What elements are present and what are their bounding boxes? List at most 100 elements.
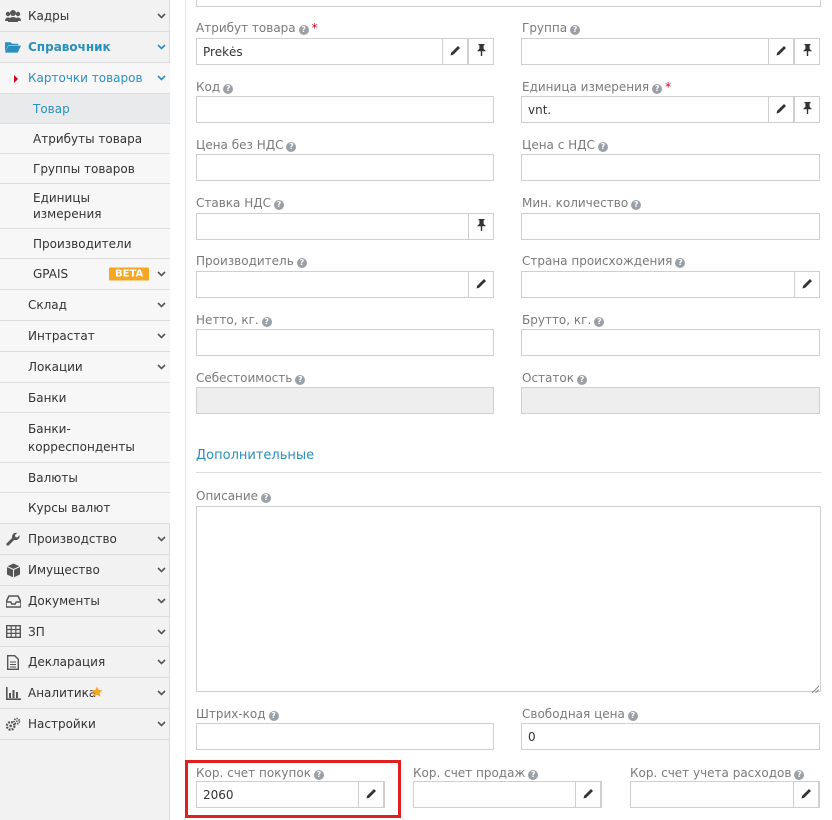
- sidebar: Кадры Справочник Карточки товаров Товар …: [0, 0, 170, 820]
- edit-manufacturer-button[interactable]: [468, 271, 494, 298]
- sidebar-item-label: Курсы валют: [28, 501, 111, 515]
- help-icon[interactable]: ?: [261, 317, 272, 327]
- sidebar-item-assets[interactable]: Имущество: [0, 555, 170, 586]
- sidebar-item-staff[interactable]: Кадры: [0, 0, 170, 32]
- sidebar-item-label: Карточки товаров: [28, 71, 143, 85]
- purchase-account-label: Кор. счет покупок?: [196, 766, 324, 780]
- purchase-account-field[interactable]: 2060: [196, 781, 385, 808]
- expense-account-field[interactable]: [630, 781, 820, 808]
- product-form: Атрибут товара? * Prekės Группа? Код? Еди…: [185, 0, 832, 820]
- chevron-down-icon: [156, 657, 166, 667]
- cube-icon: [5, 562, 21, 578]
- sales-account-field[interactable]: [413, 781, 602, 808]
- stock-field: [521, 387, 820, 414]
- sidebar-item-currencies[interactable]: Валюты: [0, 463, 170, 493]
- help-icon[interactable]: ?: [313, 770, 324, 780]
- price-no-vat-field[interactable]: [196, 154, 494, 181]
- document-icon: [5, 654, 21, 670]
- gross-weight-field[interactable]: [521, 329, 820, 356]
- description-textarea[interactable]: [196, 506, 821, 694]
- star-icon: [91, 686, 103, 701]
- pin-icon: [802, 102, 812, 117]
- help-icon[interactable]: ?: [268, 711, 279, 721]
- sidebar-item-settings[interactable]: Настройки: [0, 709, 170, 740]
- help-icon[interactable]: ?: [794, 770, 805, 780]
- net-weight-label: Нетто, кг.?: [196, 313, 272, 327]
- sidebar-item-exchange-rates[interactable]: Курсы валют: [0, 493, 170, 524]
- sidebar-item-production[interactable]: Производство: [0, 524, 170, 555]
- attribute-field[interactable]: Prekės: [196, 38, 494, 65]
- help-icon[interactable]: ?: [597, 142, 608, 152]
- help-icon[interactable]: ?: [594, 317, 605, 327]
- help-icon[interactable]: ?: [296, 258, 307, 268]
- sidebar-item-product-cards[interactable]: Карточки товаров: [0, 63, 170, 94]
- country-field[interactable]: [521, 271, 820, 298]
- pin-group-button[interactable]: [794, 38, 820, 65]
- inbox-icon: [5, 593, 21, 609]
- code-field[interactable]: [196, 96, 494, 123]
- sidebar-item-product[interactable]: Товар: [0, 94, 170, 124]
- pin-unit-button[interactable]: [794, 96, 820, 123]
- help-icon[interactable]: ?: [570, 25, 581, 35]
- free-price-field[interactable]: 0: [521, 723, 820, 750]
- resize-grip-icon[interactable]: [811, 682, 820, 694]
- chevron-down-icon: [156, 331, 166, 341]
- help-icon[interactable]: ?: [631, 200, 642, 210]
- sidebar-item-reference[interactable]: Справочник: [0, 32, 170, 63]
- free-price-value: 0: [528, 729, 536, 744]
- beta-badge: BETA: [109, 267, 150, 281]
- help-icon[interactable]: ?: [627, 711, 638, 721]
- edit-group-button[interactable]: [768, 38, 794, 65]
- sidebar-item-warehouse[interactable]: Склад: [0, 290, 170, 321]
- sidebar-item-declaration[interactable]: Декларация: [0, 647, 170, 678]
- sidebar-item-label: Настройки: [28, 717, 96, 731]
- edit-purchase-account-button[interactable]: [358, 781, 384, 808]
- section-title-additional[interactable]: Дополнительные: [196, 448, 314, 463]
- sidebar-item-units[interactable]: Единицы измерения: [0, 184, 170, 229]
- stock-label: Остаток?: [522, 371, 587, 385]
- sidebar-item-analytics[interactable]: Аналитика: [0, 678, 170, 709]
- pencil-icon: [476, 278, 487, 292]
- help-icon[interactable]: ?: [675, 258, 686, 268]
- help-icon[interactable]: ?: [528, 770, 539, 780]
- edit-attribute-button[interactable]: [442, 38, 468, 65]
- help-icon[interactable]: ?: [223, 84, 234, 94]
- sidebar-item-correspondent-banks[interactable]: Банки-корреспонденты: [0, 413, 170, 463]
- pin-vat-rate-button[interactable]: [468, 213, 494, 240]
- edit-expense-account-button[interactable]: [793, 781, 819, 808]
- edit-sales-account-button[interactable]: [575, 781, 601, 808]
- edit-unit-button[interactable]: [768, 96, 794, 123]
- help-icon[interactable]: ?: [274, 200, 284, 210]
- sidebar-item-banks[interactable]: Банки: [0, 383, 170, 413]
- group-field[interactable]: [521, 38, 820, 65]
- chevron-down-icon: [156, 627, 166, 637]
- min-qty-field[interactable]: [521, 213, 820, 240]
- help-icon[interactable]: ?: [261, 493, 272, 503]
- sidebar-item-intrastat[interactable]: Интрастат: [0, 321, 170, 352]
- help-icon[interactable]: ?: [652, 84, 663, 94]
- help-icon[interactable]: ?: [295, 375, 306, 385]
- manufacturer-field[interactable]: [196, 271, 494, 298]
- help-icon[interactable]: ?: [576, 375, 587, 385]
- unit-field[interactable]: vnt.: [521, 96, 820, 123]
- sidebar-item-product-groups[interactable]: Группы товаров: [0, 154, 170, 184]
- sidebar-item-label: Интрастат: [28, 329, 95, 343]
- sidebar-item-manufacturers[interactable]: Производители: [0, 229, 170, 259]
- help-icon[interactable]: ?: [286, 142, 297, 152]
- price-vat-field[interactable]: [521, 154, 820, 181]
- required-marker: *: [665, 80, 672, 94]
- expense-account-label: Кор. счет учета расходов?: [630, 766, 805, 780]
- sidebar-item-documents[interactable]: Документы: [0, 586, 170, 617]
- pencil-icon: [366, 788, 377, 802]
- vat-rate-field[interactable]: [196, 213, 494, 240]
- help-icon[interactable]: ?: [298, 25, 309, 35]
- sidebar-item-product-attributes[interactable]: Атрибуты товара: [0, 124, 170, 154]
- sidebar-item-payroll[interactable]: ЗП: [0, 617, 170, 647]
- barcode-field[interactable]: [196, 723, 494, 750]
- sidebar-item-gpais[interactable]: GPAIS BETA: [0, 259, 170, 290]
- edit-country-button[interactable]: [794, 271, 820, 298]
- net-weight-field[interactable]: [196, 329, 494, 356]
- pin-icon: [802, 44, 812, 59]
- pin-attribute-button[interactable]: [468, 38, 494, 65]
- sidebar-item-locations[interactable]: Локации: [0, 352, 170, 383]
